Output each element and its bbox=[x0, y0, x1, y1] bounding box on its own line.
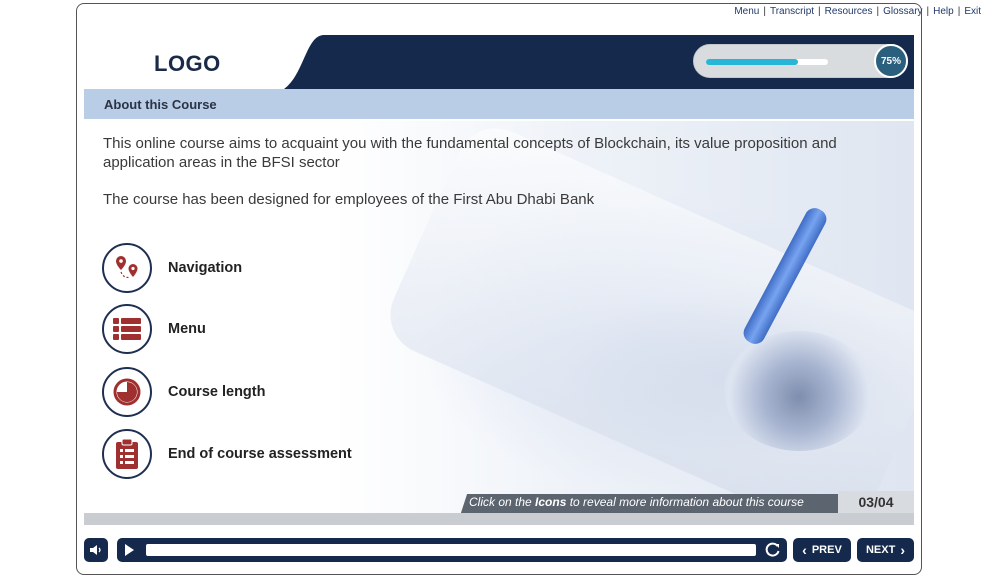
speaker-icon bbox=[90, 545, 101, 555]
seek-bar[interactable] bbox=[146, 544, 756, 556]
player-controls: ‹ PREV NEXT › bbox=[84, 538, 914, 564]
logo: LOGO bbox=[154, 51, 221, 76]
nav-separator: | bbox=[763, 6, 766, 17]
nav-exit-link[interactable]: Exit bbox=[964, 6, 981, 17]
hint-bold: Icons bbox=[535, 495, 567, 509]
navigation-info-item[interactable]: Navigation bbox=[102, 243, 242, 293]
course-length-label: Course length bbox=[168, 384, 266, 400]
intro-paragraph: This online course aims to acquaint you … bbox=[103, 135, 837, 171]
hint-text: Click on the Icons to reveal more inform… bbox=[469, 495, 804, 509]
nav-help-link[interactable]: Help bbox=[933, 6, 954, 17]
hint-prefix: Click on the bbox=[469, 495, 536, 509]
nav-separator: | bbox=[926, 6, 930, 17]
next-button[interactable]: NEXT › bbox=[857, 538, 914, 562]
nav-menu-link[interactable]: Menu bbox=[734, 6, 759, 17]
replay-icon[interactable] bbox=[764, 541, 782, 559]
chevron-left-icon: ‹ bbox=[802, 542, 807, 558]
pie-chart-icon[interactable] bbox=[102, 367, 152, 417]
clipboard-icon[interactable] bbox=[102, 429, 152, 479]
assessment-label: End of course assessment bbox=[168, 446, 352, 462]
media-player bbox=[117, 538, 787, 562]
nav-separator: | bbox=[876, 6, 880, 17]
page-number: 03/04 bbox=[838, 491, 914, 513]
page-title-bar: About this Course bbox=[84, 89, 914, 119]
progress-fill bbox=[706, 59, 798, 65]
course-header: LOGO 75% bbox=[84, 35, 914, 89]
nav-separator: | bbox=[957, 6, 961, 17]
intro-text: This online course aims to acquaint you … bbox=[103, 134, 893, 227]
audio-button[interactable] bbox=[84, 538, 108, 562]
content-area: This online course aims to acquaint you … bbox=[84, 121, 914, 513]
page-title: About this Course bbox=[104, 97, 217, 112]
header-curve bbox=[284, 35, 344, 89]
nav-separator: | bbox=[818, 6, 821, 17]
progress-percent: 75% bbox=[874, 44, 908, 78]
nav-glossary-link[interactable]: Glossary bbox=[883, 6, 922, 17]
top-navigation: Menu | Transcript | Resources | Glossary | Help |… bbox=[734, 6, 981, 17]
nav-transcript-link[interactable]: Transcript bbox=[770, 6, 814, 17]
nav-resources-link[interactable]: Resources bbox=[825, 6, 873, 17]
hint-suffix: to reveal more information about this co… bbox=[566, 495, 804, 509]
course-length-info-item[interactable]: Course length bbox=[102, 367, 265, 417]
intro-paragraph: The course has been designed for employe… bbox=[103, 191, 595, 208]
menu-label: Menu bbox=[168, 321, 206, 337]
prev-label: PREV bbox=[811, 544, 842, 556]
navigation-label: Navigation bbox=[168, 260, 243, 276]
list-icon[interactable] bbox=[102, 304, 152, 354]
menu-info-item[interactable]: Menu bbox=[102, 304, 206, 354]
background-rolled-paper bbox=[724, 331, 874, 451]
progress-indicator: 75% bbox=[693, 44, 908, 78]
next-label: NEXT bbox=[865, 544, 896, 556]
prev-button[interactable]: ‹ PREV bbox=[793, 538, 851, 562]
map-pins-icon[interactable] bbox=[102, 243, 152, 293]
content-footer-bar bbox=[84, 513, 914, 525]
play-icon[interactable] bbox=[125, 544, 134, 556]
chevron-right-icon: › bbox=[900, 542, 905, 558]
assessment-info-item[interactable]: End of course assessment bbox=[102, 429, 352, 479]
